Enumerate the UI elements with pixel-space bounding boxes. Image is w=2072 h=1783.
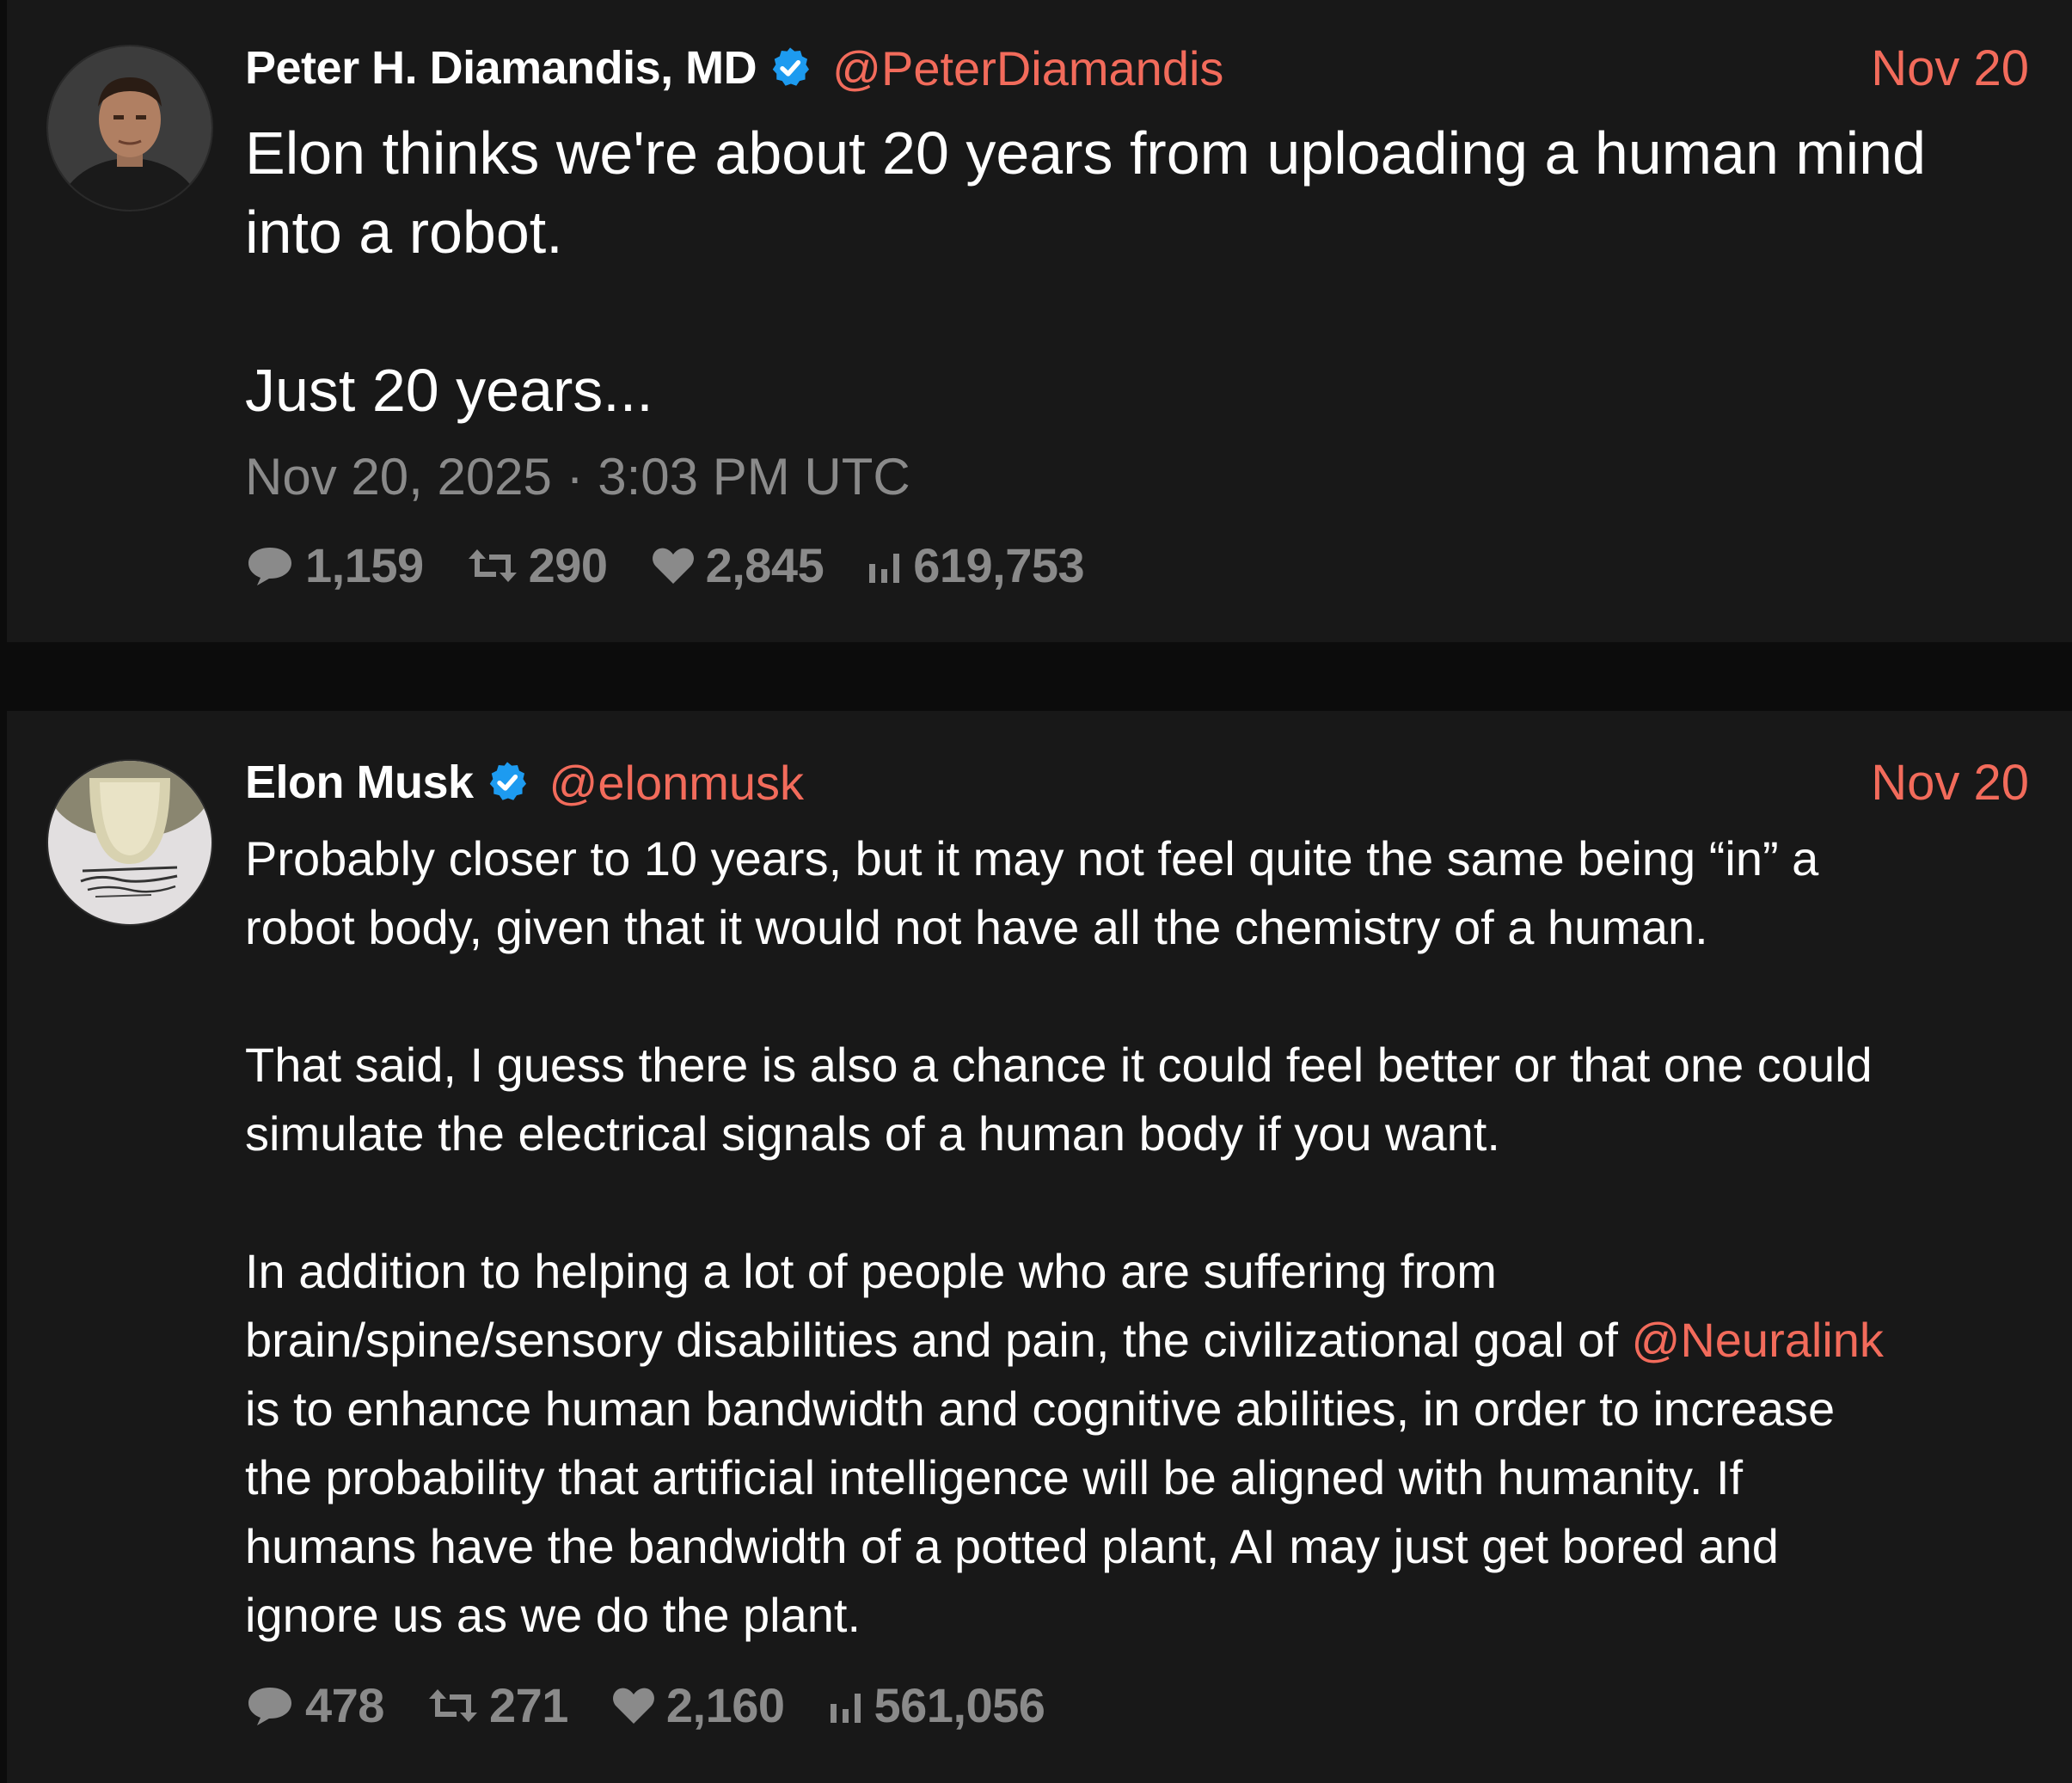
retweet-count: 271 xyxy=(488,1678,568,1732)
tweet-card: Peter H. Diamandis, MD @PeterDiamandis N… xyxy=(7,0,2072,642)
reply-icon xyxy=(248,1687,291,1725)
tweet-text-part1: Probably closer to 10 years, but it may … xyxy=(245,831,1873,1367)
tweet-card: Elon Musk @elonmusk Nov 20 Probably clos… xyxy=(7,711,2072,1783)
tweet-date[interactable]: Nov 20 xyxy=(1871,40,2029,97)
verified-badge-icon xyxy=(772,47,810,86)
avatar-image xyxy=(48,46,211,210)
like-count: 2,160 xyxy=(665,1678,785,1732)
views-count: 619,753 xyxy=(913,538,1085,592)
tweet-stats: 1,159 290 2,845 619,753 xyxy=(245,537,2029,593)
mention-link[interactable]: @Neuralink xyxy=(1632,1313,1884,1367)
retweet-icon xyxy=(428,1688,477,1722)
tweet-text: Elon thinks we're about 20 years from up… xyxy=(245,119,1927,424)
views-button[interactable]: 561,056 xyxy=(828,1677,1045,1733)
retweet-icon xyxy=(468,548,517,582)
tweet-header: Elon Musk @elonmusk Nov 20 xyxy=(245,752,2029,812)
views-count: 561,056 xyxy=(874,1678,1045,1732)
verified-badge-icon xyxy=(489,762,526,800)
retweet-button[interactable]: 290 xyxy=(467,537,608,593)
views-button[interactable]: 619,753 xyxy=(867,537,1085,593)
reply-button[interactable]: 1,159 xyxy=(245,537,424,593)
author-handle[interactable]: @PeterDiamandis xyxy=(832,40,1223,96)
views-icon xyxy=(869,553,900,583)
author-name[interactable]: Elon Musk xyxy=(245,756,474,809)
tweet-text-part2: is to enhance human bandwidth and cognit… xyxy=(245,1382,1836,1642)
like-button[interactable]: 2,845 xyxy=(651,537,825,593)
avatar-image xyxy=(48,761,211,924)
author-handle[interactable]: @elonmusk xyxy=(549,755,805,811)
tweet-timestamp: Nov 20, 2025 · 3:03 PM UTC xyxy=(245,448,910,505)
tweet-text: Probably closer to 10 years, but it may … xyxy=(245,824,2029,1650)
like-button[interactable]: 2,160 xyxy=(611,1677,785,1733)
like-count: 2,845 xyxy=(705,538,825,592)
retweet-count: 290 xyxy=(528,538,608,592)
reply-count: 1,159 xyxy=(305,538,424,592)
tweet-stats: 478 271 2,160 561,056 xyxy=(245,1677,2029,1733)
views-icon xyxy=(830,1693,861,1723)
avatar[interactable] xyxy=(46,759,213,926)
like-icon xyxy=(612,1688,654,1724)
tweet-date[interactable]: Nov 20 xyxy=(1871,754,2029,812)
tweet-header: Peter H. Diamandis, MD @PeterDiamandis N… xyxy=(245,38,2029,98)
avatar[interactable] xyxy=(46,45,213,211)
retweet-button[interactable]: 271 xyxy=(427,1677,568,1733)
author-name[interactable]: Peter H. Diamandis, MD xyxy=(245,41,757,95)
reply-icon xyxy=(248,547,291,585)
reply-count: 478 xyxy=(305,1678,384,1732)
reply-button[interactable]: 478 xyxy=(245,1677,384,1733)
like-icon xyxy=(652,548,694,584)
